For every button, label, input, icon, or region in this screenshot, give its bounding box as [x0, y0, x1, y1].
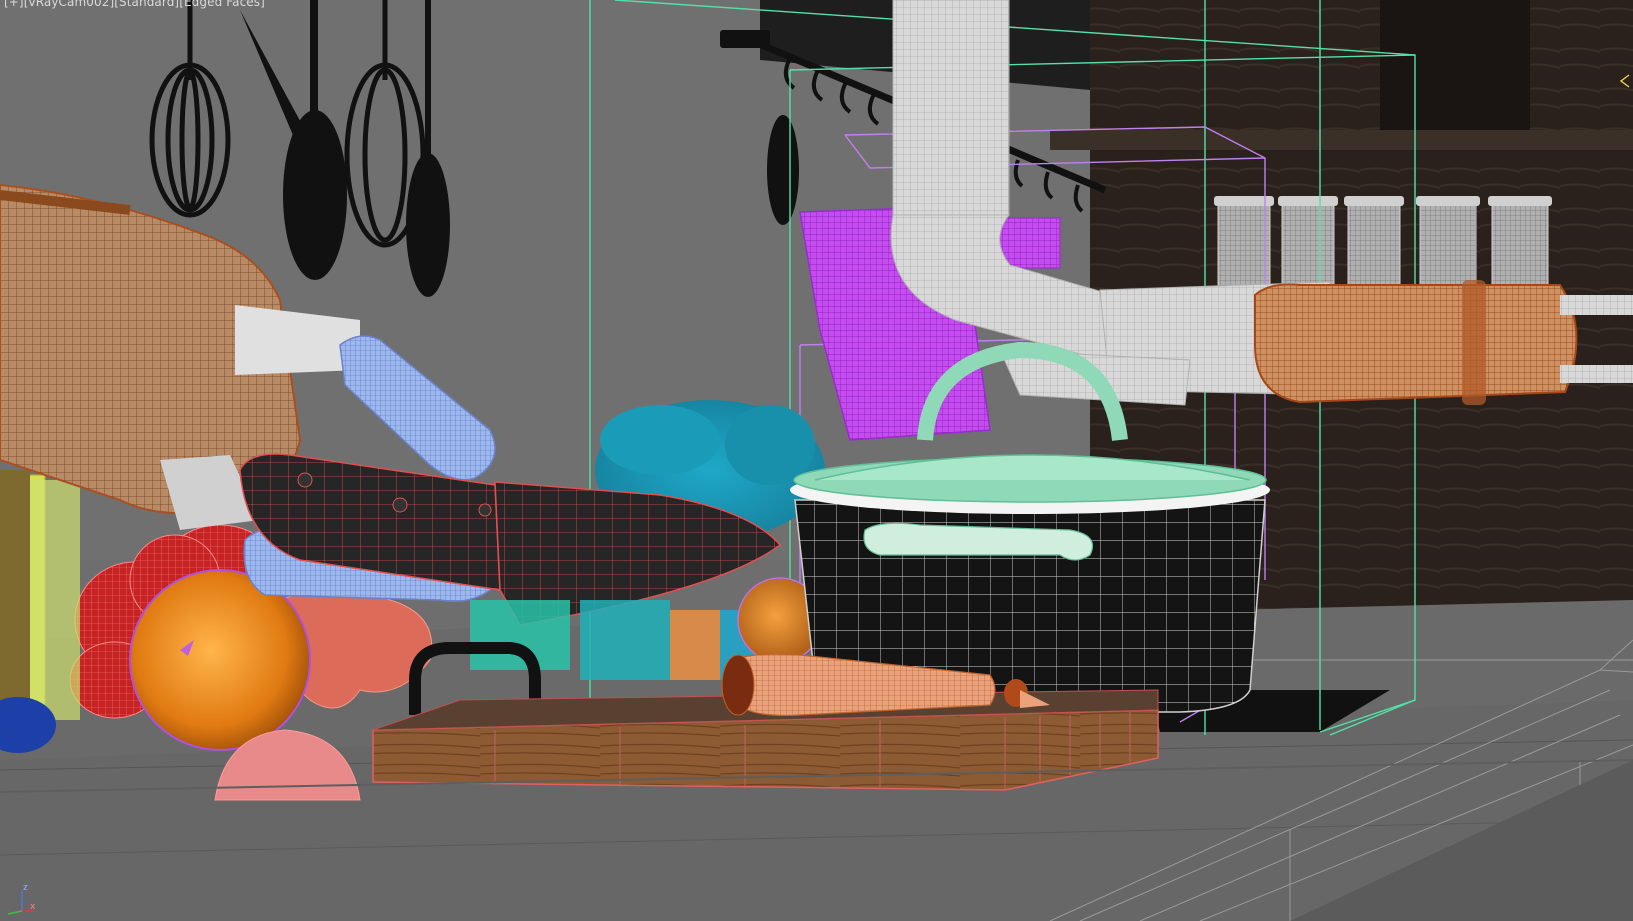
x-axis-label: x [30, 902, 36, 912]
perspective-viewport[interactable]: [+][vRayCam002][Standard][Edged Faces] z… [0, 0, 1633, 921]
viewport-menu-plus[interactable]: [+] [4, 0, 24, 9]
viewport-label[interactable]: [+][vRayCam002][Standard][Edged Faces] [4, 0, 265, 9]
z-axis-label: z [23, 883, 28, 893]
hanging-ladle-small [767, 115, 799, 225]
viewport-edged-faces[interactable]: [Edged Faces] [179, 0, 265, 9]
axis-tripod: z x [7, 883, 36, 915]
viewport-camera-label[interactable]: [vRayCam002] [24, 0, 115, 9]
viewport-shading-standard[interactable]: [Standard] [114, 0, 179, 9]
y-axis-line [7, 910, 23, 915]
scene-canvas[interactable] [0, 0, 1633, 921]
viewport-scroll-left-icon[interactable] [1619, 74, 1631, 88]
teal-object [470, 600, 570, 670]
orange-left [129, 569, 311, 751]
